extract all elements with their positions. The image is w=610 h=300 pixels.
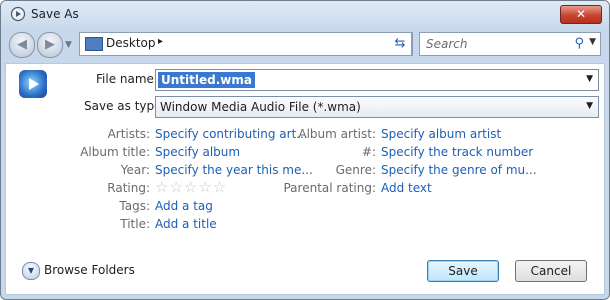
desktop-icon [85, 37, 103, 51]
title-bar: Save As ✕ [1, 1, 609, 29]
tags-field[interactable]: Add a tag [155, 199, 213, 213]
parental-rating-label: Parental rating: [283, 181, 376, 195]
address-bar[interactable]: Desktop ▸ ▼ [79, 32, 413, 56]
save-type-dropdown-icon[interactable]: ▼ [586, 101, 593, 111]
navigation-toolbar: ◀ ▶ ▼ Desktop ▸ ▼ ⇆ Search ⚲ ▼ [1, 29, 609, 59]
back-arrow-icon: ◀ [17, 37, 27, 52]
browse-folders-label[interactable]: Browse Folders [44, 263, 135, 277]
breadcrumb-chevron-icon[interactable]: ▸ [158, 36, 163, 47]
title-label: Title: [120, 217, 150, 231]
search-icon[interactable]: ⚲ [574, 36, 584, 51]
track-number-field[interactable]: Specify the track number [381, 145, 533, 159]
file-name-dropdown-icon[interactable]: ▼ [586, 74, 593, 84]
album-title-field[interactable]: Specify album [155, 145, 240, 159]
file-name-value[interactable]: Untitled.wma [158, 72, 255, 88]
details-panel: File name: Untitled.wma ▼ Save as type: … [5, 63, 605, 295]
search-dropdown-icon[interactable]: ▼ [589, 37, 596, 47]
window-title: Save As [31, 7, 79, 21]
save-type-value: Window Media Audio File (*.wma) [160, 100, 361, 114]
parental-rating-field[interactable]: Add text [381, 181, 432, 195]
windows-media-file-icon [19, 70, 47, 98]
rating-label: Rating: [107, 181, 150, 195]
artists-label: Artists: [107, 127, 150, 141]
back-button[interactable]: ◀ [9, 32, 35, 58]
refresh-button[interactable]: ⇆ [389, 32, 412, 56]
file-name-input[interactable]: Untitled.wma ▼ [155, 69, 599, 91]
file-name-label: File name: [96, 72, 158, 86]
title-field[interactable]: Add a title [155, 217, 217, 231]
genre-field[interactable]: Specify the genre of mu... [381, 163, 537, 177]
tags-label: Tags: [119, 199, 150, 213]
save-type-select[interactable]: Window Media Audio File (*.wma) ▼ [155, 96, 599, 118]
search-input[interactable]: Search ⚲ ▼ [419, 32, 601, 56]
album-artist-label: Album artist: [298, 127, 376, 141]
track-number-label: #: [361, 145, 376, 159]
forward-arrow-icon: ▶ [45, 37, 55, 52]
refresh-icon: ⇆ [394, 36, 406, 51]
album-artist-field[interactable]: Specify album artist [381, 127, 501, 141]
close-button[interactable]: ✕ [560, 5, 602, 24]
expand-chevron-icon[interactable]: ▼ [22, 262, 40, 280]
genre-label: Genre: [335, 163, 376, 177]
cancel-button[interactable]: Cancel [515, 260, 587, 282]
recent-pages-dropdown-icon[interactable]: ▼ [65, 40, 72, 50]
save-button[interactable]: Save [427, 260, 499, 282]
forward-button[interactable]: ▶ [37, 32, 63, 58]
address-location[interactable]: Desktop [106, 36, 156, 50]
media-player-icon [10, 6, 26, 22]
save-as-dialog: Save As ✕ ◀ ▶ ▼ Desktop ▸ ▼ ⇆ Search ⚲ ▼… [0, 0, 610, 300]
rating-stars[interactable]: ☆☆☆☆☆ [155, 178, 227, 196]
search-placeholder: Search [426, 37, 468, 51]
album-title-label: Album title: [80, 145, 150, 159]
year-label: Year: [120, 163, 150, 177]
save-type-label: Save as type: [84, 99, 166, 113]
